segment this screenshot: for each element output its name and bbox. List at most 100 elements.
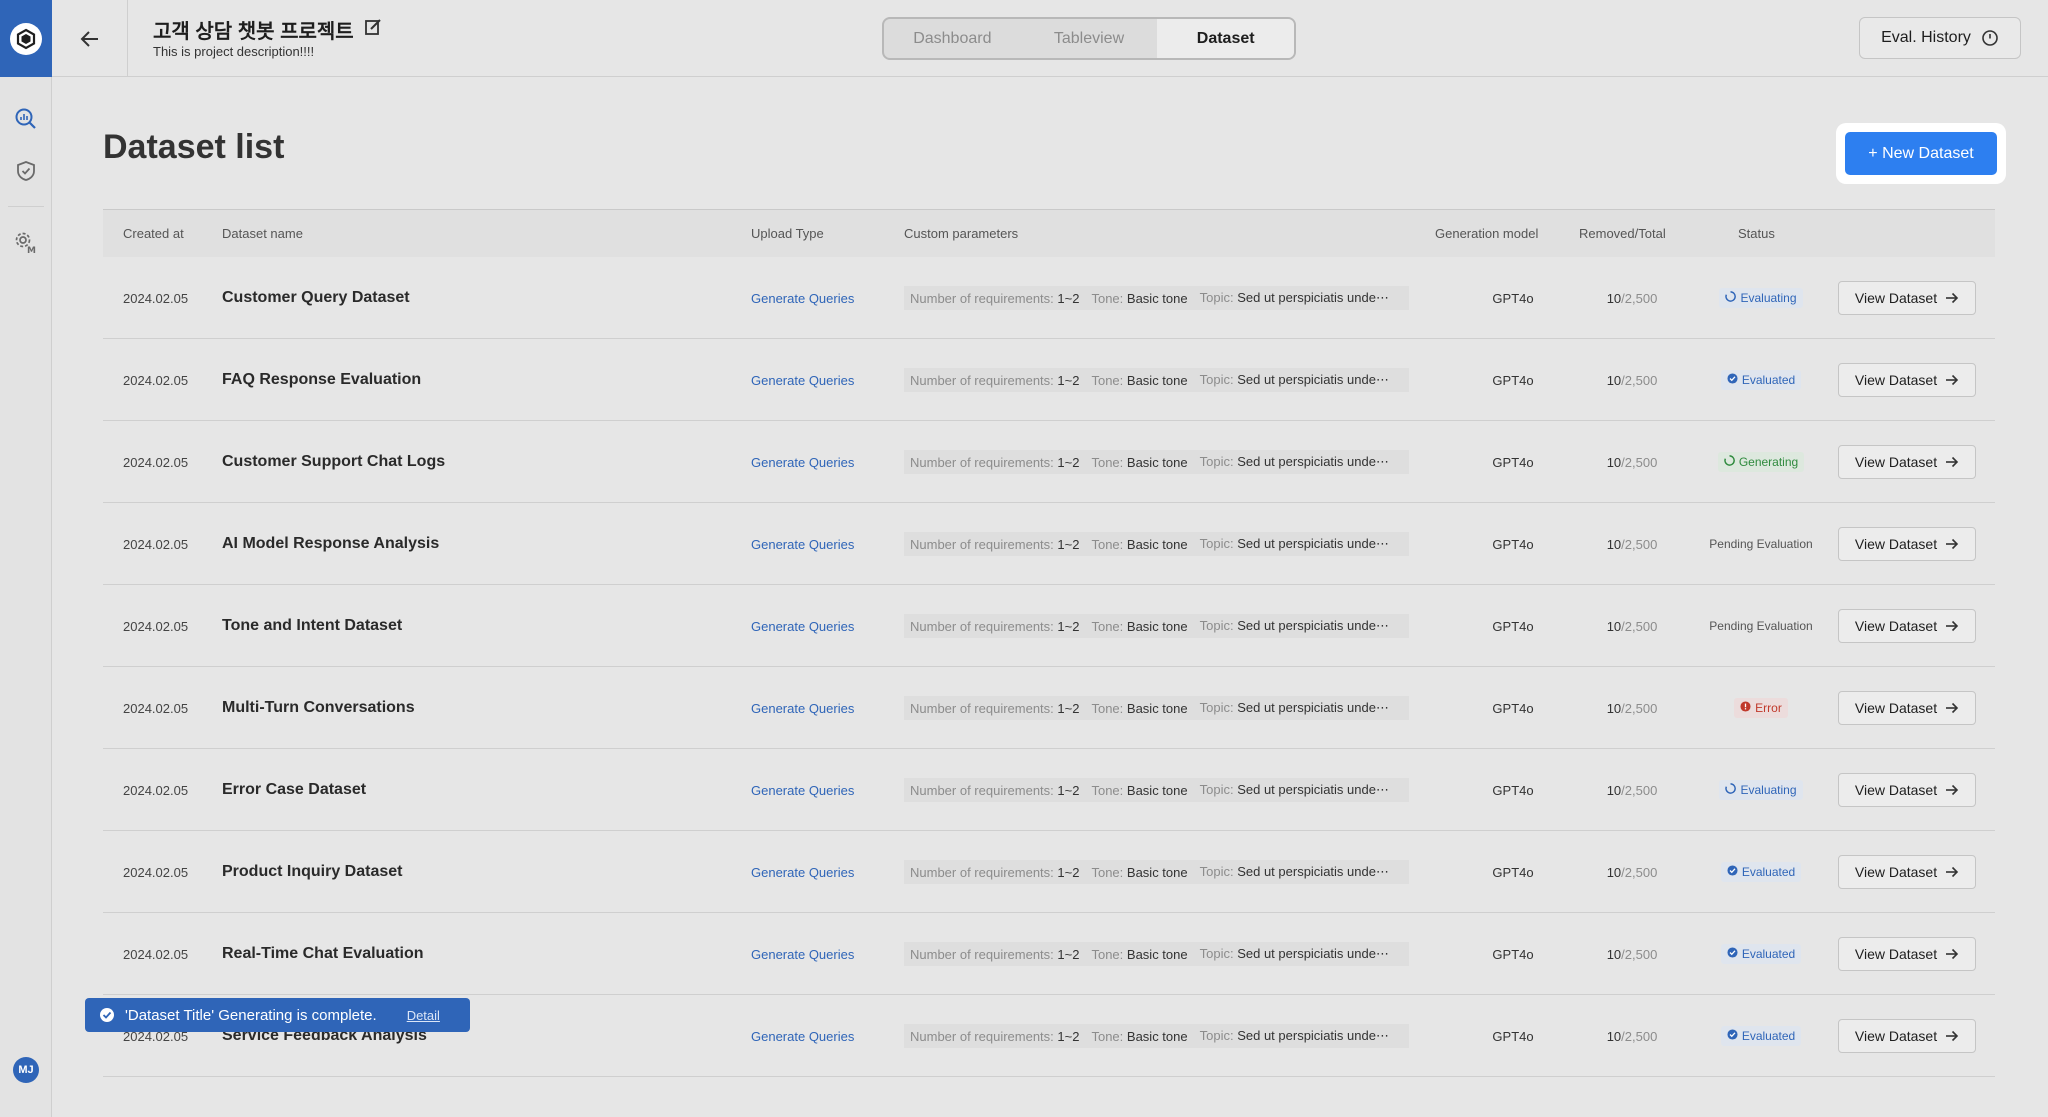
param-requirements: Number of requirements: 1~2 — [910, 373, 1079, 388]
dataset-name: Customer Support Chat Logs — [222, 453, 446, 470]
param-key: Tone: — [1091, 864, 1124, 880]
generation-model: GPT4o — [1492, 454, 1534, 470]
upload-type-link[interactable]: Generate Queries — [751, 339, 854, 421]
view-dataset-button[interactable]: View Dataset — [1838, 609, 1976, 643]
table-row[interactable]: 2024.02.05 Customer Support Chat Logs Ge… — [103, 421, 1995, 503]
table-row[interactable]: 2024.02.05 Multi-Turn Conversations Gene… — [103, 667, 1995, 749]
view-dataset-button[interactable]: View Dataset — [1838, 527, 1976, 561]
created-at: 2024.02.05 — [123, 782, 189, 798]
table-row[interactable]: 2024.02.05 Product Inquiry Dataset Gener… — [103, 831, 1995, 913]
generation-model: GPT4o — [1492, 1028, 1534, 1044]
new-dataset-button[interactable]: + New Dataset — [1845, 132, 1997, 175]
param-topic: Topic: Sed ut perspiciatis unde⋯ — [1200, 864, 1389, 880]
upload-type-link[interactable]: Generate Queries — [751, 503, 854, 585]
model-settings-icon[interactable]: M — [12, 229, 40, 257]
tab-dataset[interactable]: Dataset — [1157, 19, 1294, 58]
param-tone: Tone: Basic tone — [1091, 373, 1187, 388]
generation-model: GPT4o — [1492, 536, 1534, 552]
table-row[interactable]: 2024.02.05 Customer Query Dataset Genera… — [103, 257, 1995, 339]
view-dataset-button[interactable]: View Dataset — [1838, 691, 1976, 725]
params-box: Number of requirements: 1~2 Tone: Basic … — [904, 696, 1409, 720]
upload-type-link[interactable]: Generate Queries — [751, 667, 854, 749]
upload-type-link[interactable]: Generate Queries — [751, 585, 854, 667]
upload-type-link[interactable]: Generate Queries — [751, 421, 854, 503]
param-value: Sed ut perspiciatis unde⋯ — [1237, 618, 1389, 633]
param-topic: Topic: Sed ut perspiciatis unde⋯ — [1200, 946, 1389, 962]
params-box: Number of requirements: 1~2 Tone: Basic … — [904, 532, 1409, 556]
status-cell: Pending Evaluation — [1697, 503, 1825, 585]
param-key: Tone: — [1091, 782, 1124, 798]
tab-dashboard[interactable]: Dashboard — [884, 19, 1021, 58]
param-value: Basic tone — [1126, 1028, 1188, 1044]
view-dataset-button[interactable]: View Dataset — [1838, 937, 1976, 971]
custom-parameters: Number of requirements: 1~2 Tone: Basic … — [904, 749, 1409, 831]
shield-check-icon[interactable] — [12, 157, 40, 185]
col-removed-total: Removed/Total — [1579, 226, 1666, 241]
view-dataset-button[interactable]: View Dataset — [1838, 445, 1976, 479]
removed-count: 10 — [1606, 372, 1622, 388]
view-cell: View Dataset — [1838, 831, 1976, 913]
param-key: Number of requirements: — [910, 536, 1054, 552]
edit-title-icon[interactable] — [364, 18, 382, 42]
param-value: Sed ut perspiciatis unde⋯ — [1237, 1028, 1389, 1043]
param-tone: Tone: Basic tone — [1091, 455, 1187, 470]
param-value: Sed ut perspiciatis unde⋯ — [1237, 454, 1389, 469]
param-key: Tone: — [1091, 290, 1124, 306]
param-tone: Tone: Basic tone — [1091, 537, 1187, 552]
arrow-right-icon — [1946, 948, 1959, 960]
project-description: This is project description!!!! — [153, 44, 315, 59]
tab-tableview[interactable]: Tableview — [1021, 19, 1158, 58]
view-cell: View Dataset — [1838, 585, 1976, 667]
table-row[interactable]: 2024.02.05 FAQ Response Evaluation Gener… — [103, 339, 1995, 421]
arrow-right-icon — [1946, 620, 1959, 632]
param-key: Topic: — [1199, 290, 1234, 305]
table-row[interactable]: 2024.02.05 AI Model Response Analysis Ge… — [103, 503, 1995, 585]
upload-type-link[interactable]: Generate Queries — [751, 995, 854, 1077]
status-badge: Evaluating — [1719, 288, 1803, 308]
upload-type-link[interactable]: Generate Queries — [751, 257, 854, 339]
param-requirements: Number of requirements: 1~2 — [910, 947, 1079, 962]
param-topic: Topic: Sed ut perspiciatis unde⋯ — [1200, 782, 1389, 798]
status-label: Evaluated — [1741, 865, 1796, 879]
view-dataset-button[interactable]: View Dataset — [1838, 281, 1976, 315]
check-circle-icon — [1727, 947, 1738, 961]
param-requirements: Number of requirements: 1~2 — [910, 701, 1079, 716]
param-value: 1~2 — [1057, 782, 1080, 798]
param-value: 1~2 — [1057, 536, 1080, 552]
view-dataset-button[interactable]: View Dataset — [1838, 1019, 1976, 1053]
removed-count: 10 — [1606, 536, 1622, 552]
app-logo[interactable] — [0, 0, 52, 77]
upload-type-link[interactable]: Generate Queries — [751, 831, 854, 913]
param-value: Sed ut perspiciatis unde⋯ — [1237, 946, 1389, 961]
table-row[interactable]: 2024.02.05 Error Case Dataset Generate Q… — [103, 749, 1995, 831]
avatar[interactable]: MJ — [13, 1057, 39, 1083]
view-cell: View Dataset — [1838, 421, 1976, 503]
status-cell: Evaluated — [1697, 339, 1825, 421]
arrow-right-icon — [1946, 374, 1959, 386]
toast-detail-link[interactable]: Detail — [407, 1008, 440, 1023]
param-value: Sed ut perspiciatis unde⋯ — [1237, 864, 1389, 879]
dataset-name: Multi-Turn Conversations — [222, 699, 415, 716]
custom-parameters: Number of requirements: 1~2 Tone: Basic … — [904, 585, 1409, 667]
table-row[interactable]: 2024.02.05 Real-Time Chat Evaluation Gen… — [103, 913, 1995, 995]
view-dataset-label: View Dataset — [1854, 618, 1938, 634]
created-at: 2024.02.05 — [123, 290, 189, 306]
param-tone: Tone: Basic tone — [1091, 291, 1187, 306]
view-dataset-button[interactable]: View Dataset — [1838, 855, 1976, 889]
param-value: Sed ut perspiciatis unde⋯ — [1237, 700, 1389, 715]
eval-history-button[interactable]: Eval. History — [1859, 17, 2021, 59]
upload-type-link[interactable]: Generate Queries — [751, 749, 854, 831]
custom-parameters: Number of requirements: 1~2 Tone: Basic … — [904, 995, 1409, 1077]
upload-type-link[interactable]: Generate Queries — [751, 913, 854, 995]
table-row[interactable]: 2024.02.05 Tone and Intent Dataset Gener… — [103, 585, 1995, 667]
back-button[interactable] — [52, 0, 128, 77]
arrow-right-icon — [1946, 1030, 1959, 1042]
removed-count: 10 — [1606, 946, 1622, 962]
param-value: Basic tone — [1126, 454, 1188, 470]
param-requirements: Number of requirements: 1~2 — [910, 619, 1079, 634]
view-dataset-button[interactable]: View Dataset — [1838, 363, 1976, 397]
removed-total: 10/2,500 — [1577, 749, 1687, 831]
view-dataset-button[interactable]: View Dataset — [1838, 773, 1976, 807]
analytics-search-icon[interactable] — [12, 105, 40, 133]
param-key: Tone: — [1091, 946, 1124, 962]
